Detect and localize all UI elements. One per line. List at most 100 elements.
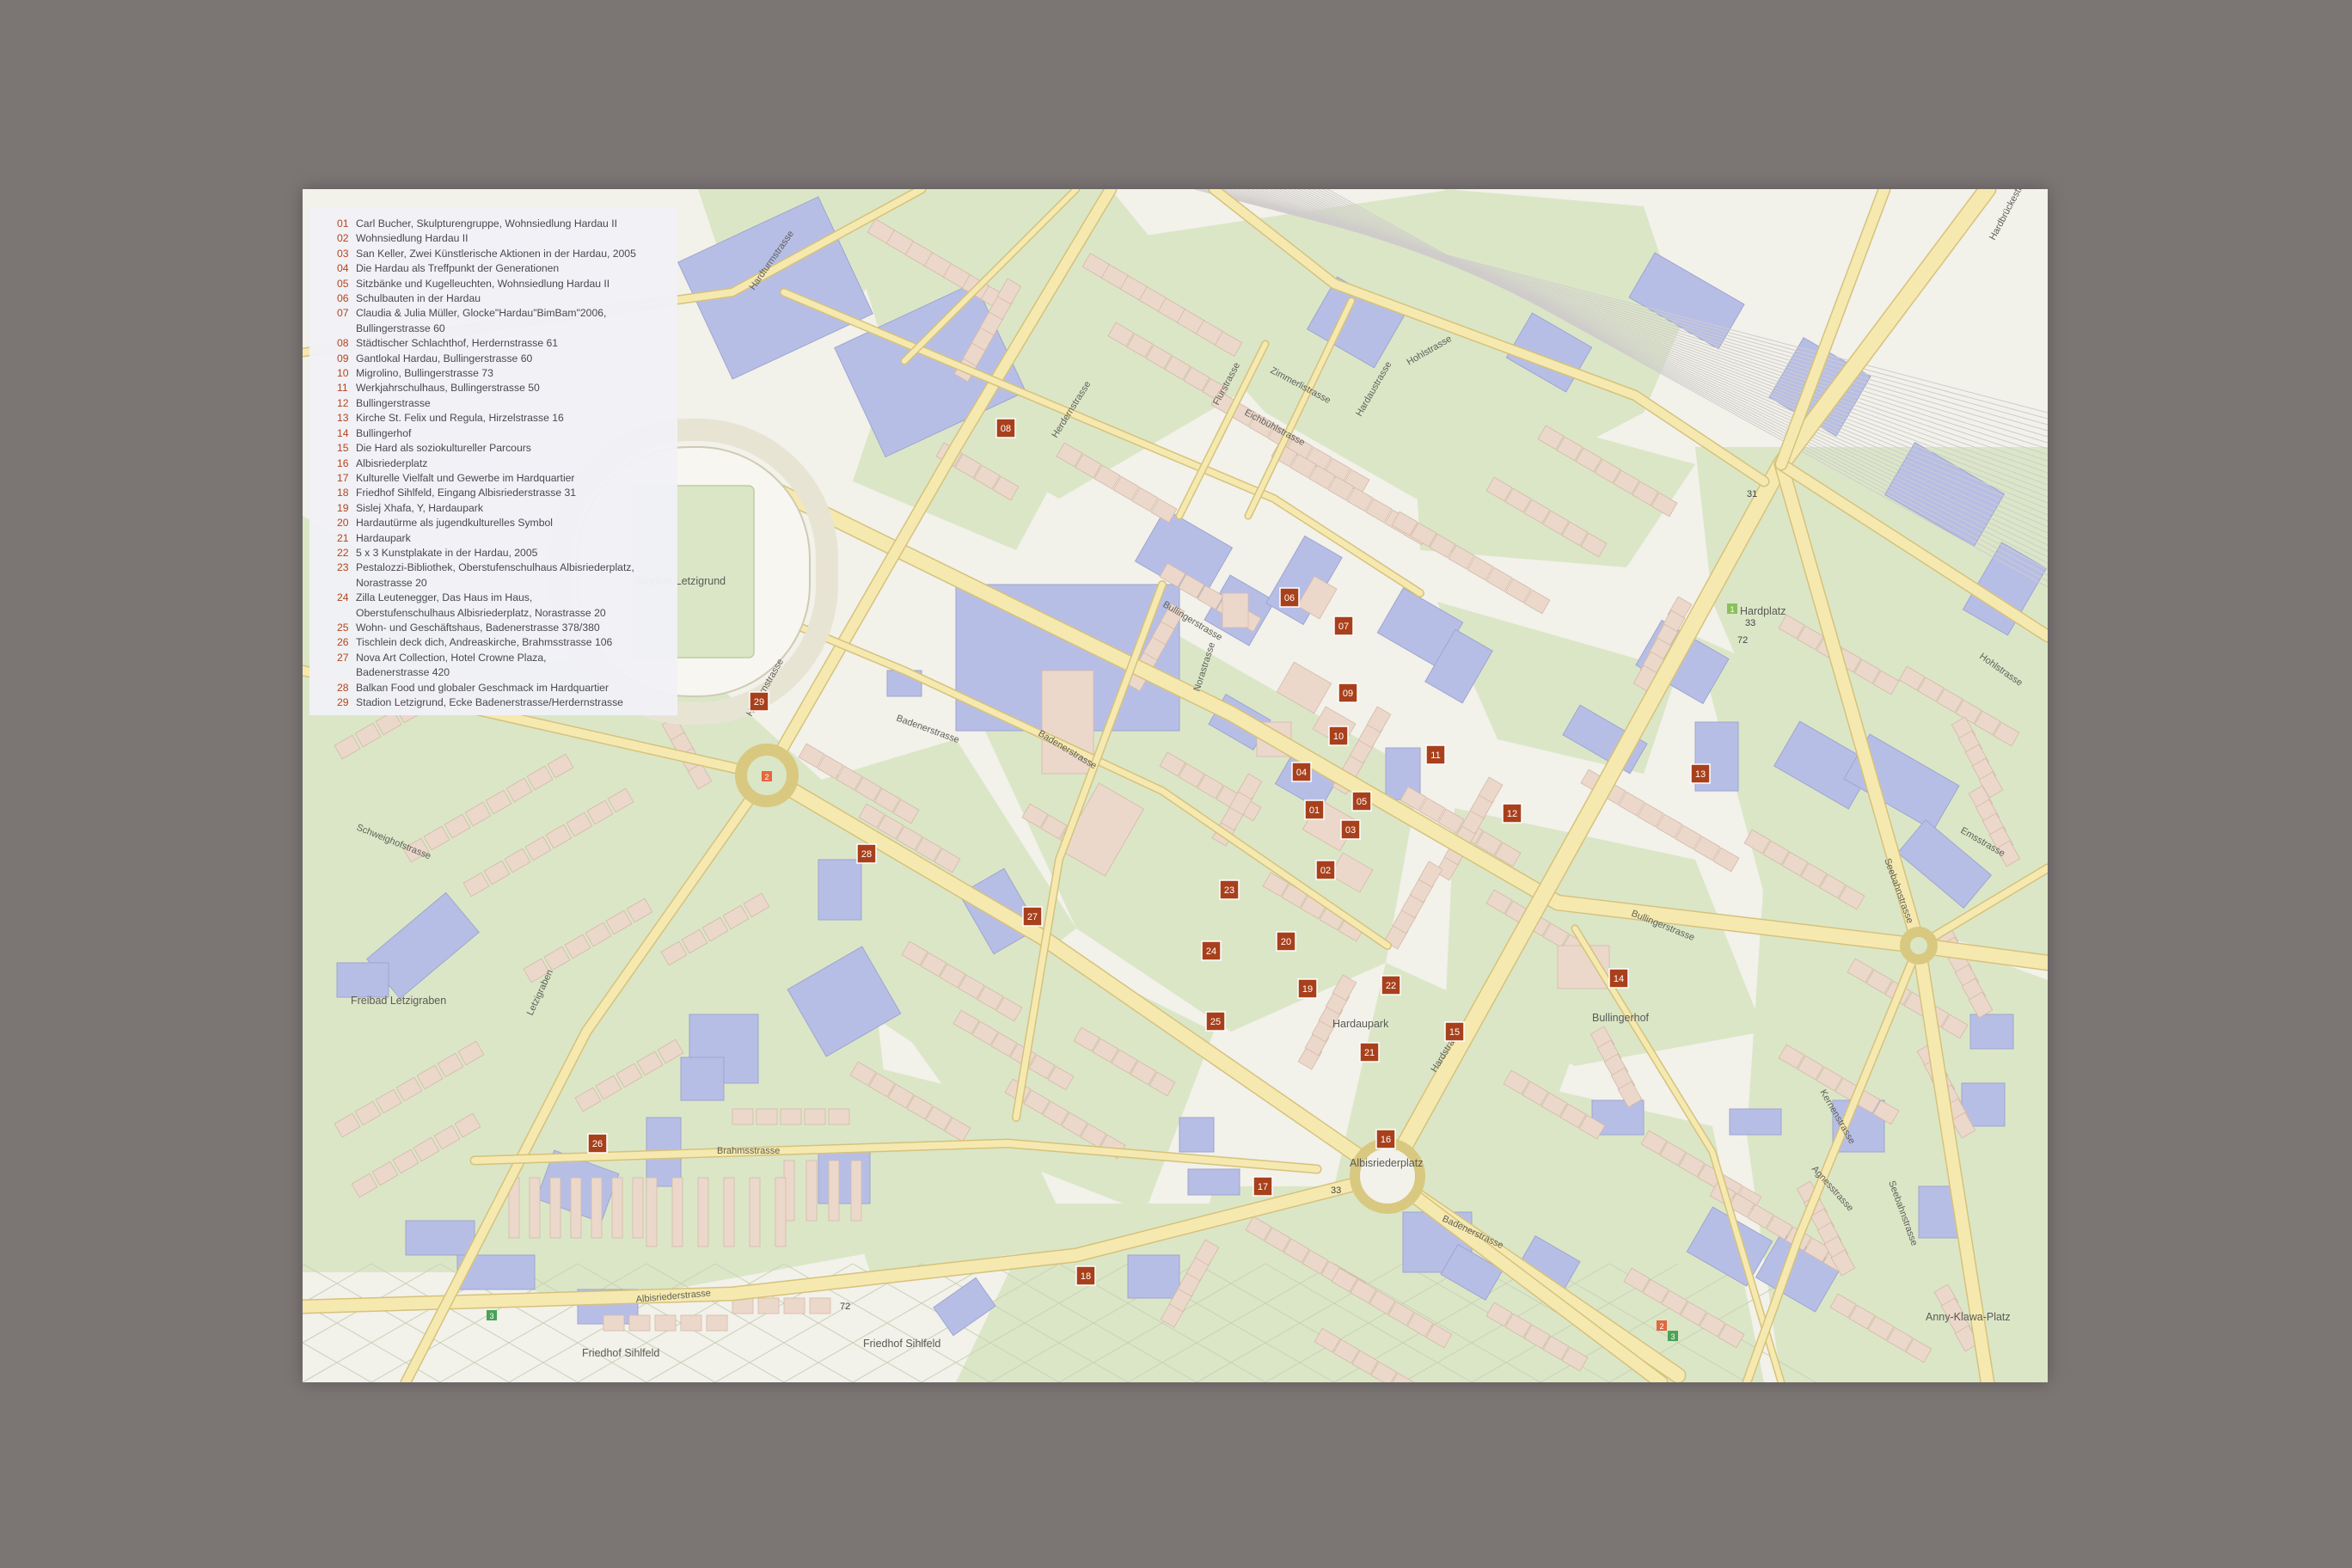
road-number-33-b: 33 — [1331, 1185, 1341, 1196]
legend-text: Sislej Xhafa, Y, Hardaupark — [356, 501, 483, 514]
residential-building — [680, 1314, 702, 1332]
legend-number: 26 — [337, 636, 349, 649]
poi-marker-01[interactable]: 01 — [1304, 799, 1325, 820]
legend-number: 08 — [337, 337, 349, 350]
legend-text: Die Hardau als Treffpunkt der Generation… — [356, 262, 560, 275]
poi-marker-17[interactable]: 17 — [1253, 1176, 1273, 1197]
label-anny-klawa: Anny-Klawa-Platz — [1926, 1311, 2011, 1323]
poi-marker-label: 03 — [1345, 825, 1356, 836]
legend-entry: 26 Tischlein deck dich, Andreaskirche, Br… — [309, 635, 677, 650]
poi-marker-11[interactable]: 11 — [1425, 744, 1446, 765]
street-brahms: Brahmsstrasse — [717, 1146, 780, 1156]
legend-number: 13 — [337, 412, 349, 425]
poi-marker-04[interactable]: 04 — [1291, 762, 1312, 782]
poi-marker-23[interactable]: 23 — [1219, 879, 1240, 900]
poi-marker-14[interactable]: 14 — [1608, 968, 1629, 989]
poi-marker-06[interactable]: 06 — [1279, 587, 1300, 608]
legend-number: 06 — [337, 292, 349, 305]
residential-building — [706, 1314, 728, 1332]
poi-marker-label: 07 — [1338, 622, 1349, 632]
screen: Stadion Letzigrund Hardplatz Hardaupark … — [0, 0, 2352, 1568]
poi-marker-27[interactable]: 27 — [1022, 906, 1043, 927]
poi-marker-25[interactable]: 25 — [1205, 1011, 1226, 1032]
poi-marker-24[interactable]: 24 — [1201, 940, 1222, 961]
poi-marker-10[interactable]: 10 — [1328, 726, 1349, 746]
legend-text: Gantlokal Hardau, Bullingerstrasse 60 — [356, 352, 533, 364]
svg-text:3: 3 — [1670, 1332, 1675, 1341]
legend-text: Wohnsiedlung Hardau II — [356, 232, 469, 245]
poi-marker-label: 01 — [1309, 805, 1320, 816]
legend-number: 25 — [337, 621, 349, 634]
legend-number: 14 — [337, 426, 349, 439]
poi-marker-09[interactable]: 09 — [1338, 683, 1358, 703]
residential-building — [804, 1108, 826, 1125]
roundabout-albisriederplatz — [1350, 1138, 1425, 1214]
poi-marker-28[interactable]: 28 — [856, 843, 877, 864]
poi-marker-21[interactable]: 21 — [1359, 1042, 1380, 1063]
label-hardplatz: Hardplatz — [1740, 605, 1786, 617]
poi-marker-label: 19 — [1302, 984, 1313, 995]
label-hardaupark: Hardaupark — [1332, 1018, 1389, 1030]
poi-marker-label: 26 — [592, 1139, 603, 1149]
public-building — [1969, 1014, 2014, 1050]
poi-marker-12[interactable]: 12 — [1502, 803, 1522, 824]
legend-number: 10 — [337, 367, 349, 380]
poi-marker-15[interactable]: 15 — [1444, 1021, 1465, 1042]
poi-marker-22[interactable]: 22 — [1381, 975, 1401, 995]
road-number-33: 33 — [1745, 618, 1755, 628]
legend-text: 5 x 3 Kunstplakate in der Hardau, 2005 — [356, 546, 538, 559]
public-building — [336, 962, 389, 998]
residential-building — [756, 1108, 778, 1125]
poi-marker-26[interactable]: 26 — [587, 1133, 608, 1154]
legend-number: 04 — [337, 262, 349, 275]
poi-marker-label: 20 — [1281, 937, 1291, 947]
legend-number: 27 — [337, 651, 349, 664]
poi-marker-05[interactable]: 05 — [1351, 791, 1372, 812]
poi-marker-13[interactable]: 13 — [1690, 763, 1711, 784]
community-building — [1222, 592, 1249, 628]
label-friedhof-1: Friedhof Sihlfeld — [582, 1347, 659, 1359]
poi-marker-07[interactable]: 07 — [1333, 616, 1354, 636]
poi-marker-19[interactable]: 19 — [1297, 978, 1318, 999]
poi-marker-label: 10 — [1333, 732, 1344, 742]
legend-text: Albisriederplatz — [356, 456, 428, 469]
poi-marker-label: 13 — [1695, 769, 1706, 780]
poi-marker-label: 22 — [1386, 981, 1396, 991]
legend-number: 28 — [337, 681, 349, 694]
legend-number: 22 — [337, 546, 349, 559]
poi-marker-08[interactable]: 08 — [995, 418, 1016, 438]
legend-number: 16 — [337, 456, 349, 469]
residential-building — [809, 1297, 831, 1314]
poi-marker-label: 06 — [1284, 593, 1295, 603]
legend-entry: 17 Kulturelle Vielfalt und Gewerbe im Har… — [309, 471, 677, 486]
poi-marker-18[interactable]: 18 — [1075, 1265, 1096, 1286]
poi-marker-label: 21 — [1364, 1048, 1375, 1058]
legend-text: Kulturelle Vielfalt und Gewerbe im Hardq… — [356, 471, 575, 484]
legend-number: 01 — [337, 217, 349, 230]
legend-number: 20 — [337, 517, 349, 530]
legend-number: 19 — [337, 501, 349, 514]
legend-entry: 16 Albisriederplatz — [309, 456, 677, 471]
poi-marker-29[interactable]: 29 — [749, 691, 769, 712]
legend-entry: 19 Sislej Xhafa, Y, Hardaupark — [309, 501, 677, 516]
legend-entry: 27 Nova Art Collection, Hotel Crowne Plaz… — [309, 651, 677, 681]
poi-marker-16[interactable]: 16 — [1375, 1129, 1396, 1149]
svg-text:2: 2 — [764, 773, 769, 781]
poi-marker-02[interactable]: 02 — [1315, 860, 1336, 880]
residential-building — [570, 1177, 582, 1239]
residential-building — [529, 1177, 541, 1239]
road-number-72-b: 72 — [840, 1302, 850, 1312]
legend-number: 11 — [337, 382, 348, 395]
legend-text: Zilla Leutenegger, Das Haus im Haus, Obe… — [356, 591, 606, 619]
residential-building — [628, 1314, 651, 1332]
legend-text: Claudia & Julia Müller, Glocke"Hardau"Bi… — [356, 307, 607, 334]
legend-number: 12 — [337, 396, 349, 409]
legend-text: Friedhof Sihlfeld, Eingang Albisriederst… — [356, 487, 577, 499]
legend-entry: 07 Claudia & Julia Müller, Glocke"Hardau"… — [309, 306, 677, 336]
residential-building — [654, 1314, 677, 1332]
poi-marker-03[interactable]: 03 — [1340, 819, 1361, 840]
poi-marker-label: 23 — [1224, 885, 1234, 896]
legend-text: San Keller, Zwei Künstlerische Aktionen … — [356, 247, 636, 260]
public-building — [680, 1057, 725, 1101]
poi-marker-20[interactable]: 20 — [1276, 931, 1296, 952]
